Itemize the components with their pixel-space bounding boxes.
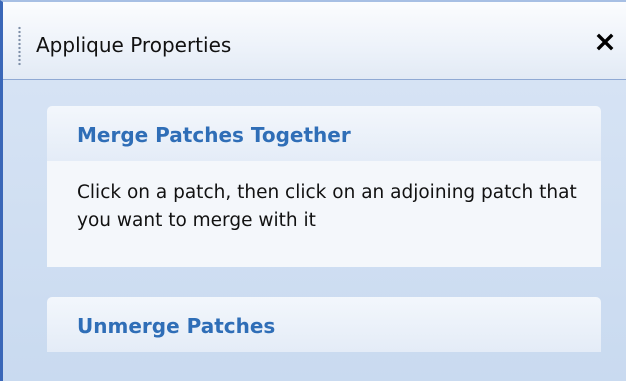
merge-patches-description: Click on a patch, then click on an adjoi… — [77, 182, 577, 231]
task-pane-content[interactable]: Merge Patches Together Click on a patch,… — [3, 80, 626, 381]
unmerge-patches-title[interactable]: Unmerge Patches — [77, 314, 275, 338]
applique-properties-window: Applique Properties Merge Patches Togeth… — [0, 0, 626, 381]
merge-patches-header[interactable]: Merge Patches Together — [47, 106, 601, 161]
drag-grip-icon[interactable] — [18, 26, 21, 66]
window-title: Applique Properties — [36, 33, 232, 57]
unmerge-patches-panel: Unmerge Patches — [47, 297, 601, 352]
title-bar[interactable]: Applique Properties — [3, 2, 626, 80]
merge-patches-title[interactable]: Merge Patches Together — [77, 123, 351, 147]
close-button[interactable] — [594, 31, 616, 53]
merge-patches-body: Click on a patch, then click on an adjoi… — [47, 161, 601, 267]
close-icon — [596, 33, 614, 51]
merge-patches-panel: Merge Patches Together Click on a patch,… — [47, 106, 601, 267]
unmerge-patches-header[interactable]: Unmerge Patches — [47, 297, 601, 352]
